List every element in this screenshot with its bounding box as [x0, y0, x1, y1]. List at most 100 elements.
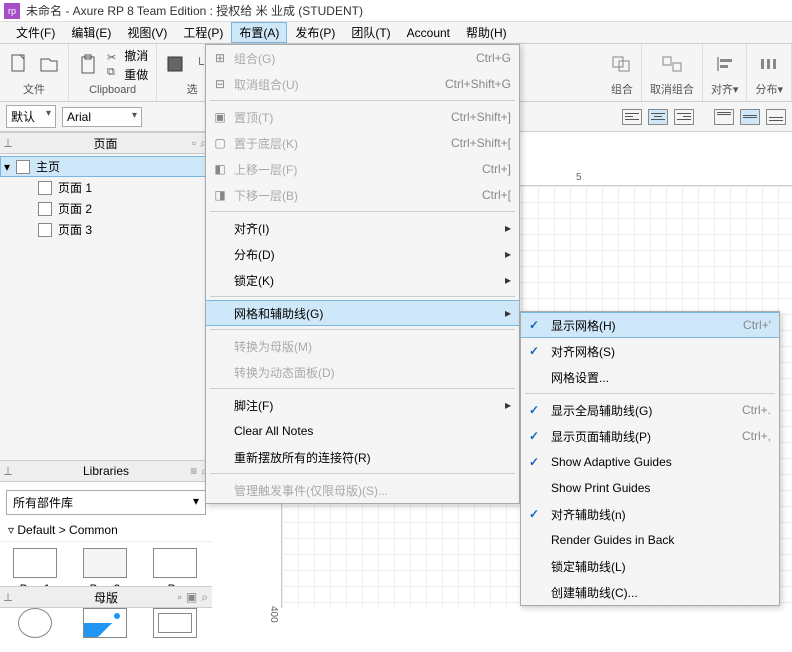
add-master-icon[interactable]: ▫ [178, 590, 182, 605]
menu-item-label: 锁定(K) [234, 272, 274, 289]
menu-item-shortcut: Ctrl+] [482, 162, 511, 176]
menu-item[interactable]: 分布(D)▸ [206, 241, 519, 267]
menu-item[interactable]: 对齐(I)▸ [206, 215, 519, 241]
submenu-arrow-icon: ▸ [505, 221, 511, 235]
library-group[interactable]: ▿ Default > Common [0, 519, 212, 542]
grid-guides-submenu: ✓显示网格(H)Ctrl+'✓对齐网格(S)网格设置... ✓ 显示全局辅助线(G)… [520, 311, 780, 606]
left-panel: ⟂ 页面 ▫⌕ ▾ 主页 页面 1 页面 2 页面 3 ⟂ Libraries … [0, 132, 212, 608]
tool-label-distribute: 分布▾ [755, 81, 783, 97]
library-select[interactable]: 所有部件库 [6, 490, 206, 515]
libraries-title: Libraries [83, 464, 129, 478]
redo-label[interactable]: 重做 [124, 66, 148, 83]
lib-menu-icon[interactable]: ≡ [190, 464, 197, 479]
submenu-item[interactable]: Render Guides in Back [521, 527, 779, 553]
text-align-left[interactable] [622, 109, 642, 125]
cut-icon[interactable]: ✂ [107, 51, 116, 64]
submenu-item[interactable]: ✓对齐辅助线(n) [521, 501, 779, 527]
submenu-item-label: 显示页面辅助线(P) [551, 428, 651, 445]
menu-item: 转换为动态面板(D) [206, 359, 519, 385]
text-align-right[interactable] [674, 109, 694, 125]
menu-edit[interactable]: 编辑(E) [63, 22, 119, 43]
submenu-item-label: 对齐辅助线(n) [551, 506, 626, 523]
masters-panel: ⟂ 母版 ▫▣⌕ [0, 586, 212, 608]
menu-account[interactable]: Account [399, 24, 458, 42]
tree-item[interactable]: 页面 1 [0, 177, 211, 198]
submenu-arrow-icon: ▸ [505, 306, 511, 320]
tree-item[interactable]: 页面 3 [0, 219, 211, 240]
submenu-item[interactable]: Show Print Guides [521, 475, 779, 501]
valign-bottom[interactable] [766, 109, 786, 125]
menu-team[interactable]: 团队(T) [343, 22, 398, 43]
new-file-icon[interactable] [8, 53, 30, 75]
text-align-center[interactable] [648, 109, 668, 125]
pin-icon[interactable]: ⟂ [4, 136, 12, 151]
menu-item-label: 网格和辅助线(G) [234, 305, 323, 322]
menu-item-label: 分布(D) [234, 246, 275, 263]
valign-middle[interactable] [740, 109, 760, 125]
tool-group-align: 对齐▾ [703, 44, 748, 101]
menu-item[interactable]: 脚注(F)▸ [206, 392, 519, 418]
pages-title: 页面 [93, 135, 117, 152]
menu-item-icon: ◧ [212, 162, 228, 176]
open-file-icon[interactable] [38, 53, 60, 75]
lib-item-ellipse[interactable] [10, 608, 60, 642]
box-shape [83, 548, 127, 578]
menu-help[interactable]: 帮助(H) [458, 22, 515, 43]
tool-group-distribute: 分布▾ [747, 44, 792, 101]
master-folder-icon[interactable]: ▣ [186, 590, 197, 605]
menu-item[interactable]: 锁定(K)▸ [206, 267, 519, 293]
menu-item-label: Clear All Notes [234, 424, 313, 438]
menu-item[interactable]: 网格和辅助线(G) ▸ [206, 300, 519, 326]
submenu-item[interactable]: ✓显示页面辅助线(P)Ctrl+, [521, 423, 779, 449]
tree-item[interactable]: 页面 2 [0, 198, 211, 219]
ungroup-icon[interactable] [661, 53, 683, 75]
menu-item-label: 转换为动态面板(D) [234, 364, 335, 381]
pin-icon[interactable]: ⟂ [4, 590, 12, 605]
submenu-item[interactable]: ✓显示全局辅助线(G)Ctrl+. [521, 397, 779, 423]
lib-item-placeholder[interactable] [150, 608, 200, 642]
submenu-item[interactable]: ✓Show Adaptive Guides [521, 449, 779, 475]
submenu-item[interactable]: ✓对齐网格(S) [521, 338, 779, 364]
menu-item-label: 置顶(T) [234, 109, 273, 126]
menu-item[interactable]: Clear All Notes [206, 418, 519, 444]
align-icon[interactable] [714, 53, 736, 75]
tree-root-label: 主页 [36, 158, 60, 175]
submenu-item[interactable]: 网格设置... [521, 364, 779, 390]
submenu-item[interactable]: 创建辅助线(C)... [521, 579, 779, 605]
menu-item: ◧上移一层(F)Ctrl+] [206, 156, 519, 182]
copy-icon[interactable]: ⧉ [107, 66, 116, 79]
add-page-icon[interactable]: ▫ [192, 136, 196, 151]
menu-item-label: 转换为母版(M) [234, 338, 312, 355]
distribute-icon[interactable] [758, 53, 780, 75]
menu-project[interactable]: 工程(P) [175, 22, 231, 43]
pin-icon[interactable]: ⟂ [4, 464, 12, 479]
box-shape [153, 548, 197, 578]
tool-group-ungroup: 取消组合 [642, 44, 703, 101]
submenu-item-label: 对齐网格(S) [551, 343, 615, 360]
menu-item[interactable]: 重新摆放所有的连接符(R) [206, 444, 519, 470]
master-search-icon[interactable]: ⌕ [201, 590, 208, 605]
style-preset-combo[interactable]: 默认 [6, 105, 56, 128]
tree-item-label: 页面 2 [58, 200, 92, 217]
menu-view[interactable]: 视图(V) [119, 22, 175, 43]
menu-item: 管理触发事件(仅限母版)(S)... [206, 477, 519, 503]
group-icon[interactable] [611, 53, 633, 75]
lib-item-image[interactable] [80, 608, 130, 642]
paste-icon[interactable] [77, 54, 99, 76]
tool-label-clipboard: Clipboard [89, 84, 136, 96]
menu-file[interactable]: 文件(F) [8, 22, 63, 43]
menu-publish[interactable]: 发布(P) [287, 22, 343, 43]
tree-root[interactable]: ▾ 主页 [0, 156, 211, 177]
submenu-item-label: 显示全局辅助线(G) [551, 402, 652, 419]
menu-arrange[interactable]: 布置(A) [231, 22, 287, 43]
selection-icon[interactable] [165, 53, 187, 75]
app-icon: rp [4, 3, 20, 19]
font-combo[interactable]: Arial [62, 107, 142, 127]
valign-top[interactable] [714, 109, 734, 125]
check-icon: ✓ [529, 403, 539, 417]
submenu-item[interactable]: 锁定辅助线(L) [521, 553, 779, 579]
window-title: 未命名 - Axure RP 8 Team Edition : 授权给 米 业成… [26, 2, 363, 19]
undo-label[interactable]: 撤消 [124, 47, 148, 64]
submenu-item[interactable]: ✓显示网格(H)Ctrl+' [521, 312, 779, 338]
page-icon [38, 202, 52, 216]
